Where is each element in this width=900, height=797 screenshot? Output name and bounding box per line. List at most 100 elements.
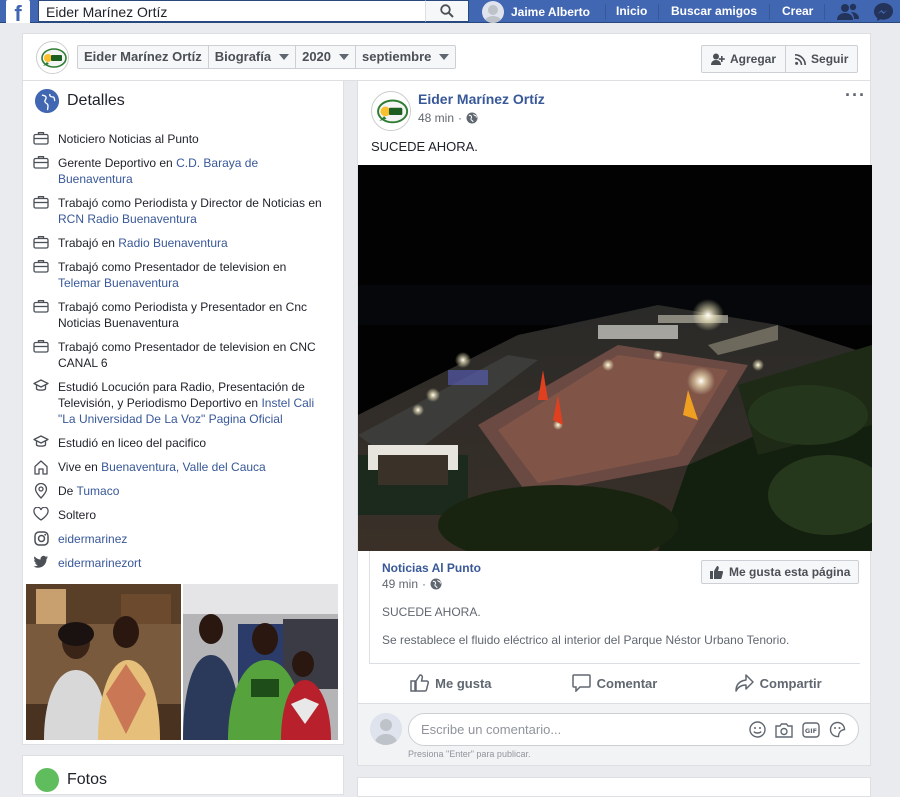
separator-dot: ·	[458, 111, 463, 125]
detail-item: Estudió en liceo del pacifico	[32, 435, 322, 451]
emoji-icon[interactable]	[749, 721, 766, 738]
detail-item: Trabajó como Periodista y Presentador en…	[32, 299, 322, 331]
detail-text: Trabajó como Periodista y Director de No…	[58, 195, 322, 227]
profile-photo-thumbnail[interactable]	[26, 584, 181, 740]
divider	[658, 4, 659, 20]
detail-label: Trabajó como Presentador de television e…	[58, 260, 287, 274]
detail-item: Soltero	[32, 507, 322, 523]
separator-dot: ·	[422, 577, 427, 591]
detail-text: Vive en Buenaventura, Valle del Cauca	[58, 459, 266, 475]
location-pin-icon	[32, 483, 50, 499]
sticker-icon[interactable]	[829, 721, 846, 738]
divider	[605, 4, 606, 20]
comment-input[interactable]: Escribe un comentario... GIF	[408, 713, 859, 746]
share-button[interactable]: Compartir	[696, 664, 860, 702]
briefcase-icon	[32, 339, 50, 355]
shared-post-timestamp[interactable]: 49 min ·	[382, 577, 442, 591]
comment-button[interactable]: Comentar	[533, 664, 697, 702]
photos-heading[interactable]: Fotos	[67, 771, 107, 789]
breadcrumb-profile[interactable]: Eider Marínez Ortíz	[78, 46, 209, 68]
divider	[769, 4, 770, 20]
share-arrow-icon	[734, 674, 754, 692]
profile-picture[interactable]	[36, 41, 69, 74]
search-input[interactable]: Eider Marínez Ortíz	[38, 0, 425, 22]
detail-text: Trabajó como Periodista y Presentador en…	[58, 299, 322, 331]
detail-link[interactable]: Buenaventura, Valle del Cauca	[101, 460, 266, 474]
detail-item: eidermarinez	[32, 531, 322, 547]
post-actions: Me gusta Comentar Compartir	[369, 664, 860, 702]
night-aerial-park-photo	[358, 165, 872, 551]
detail-text: Trabajó en Radio Buenaventura	[58, 235, 228, 251]
shared-post-text: Se restablece el fluido eléctrico al int…	[382, 633, 790, 647]
breadcrumb-year-dropdown[interactable]: 2020	[296, 46, 357, 68]
header-actions: Agregar Seguir	[701, 45, 859, 73]
detail-link[interactable]: RCN Radio Buenaventura	[58, 212, 197, 226]
post-author-avatar[interactable]	[371, 91, 411, 131]
messenger-icon[interactable]	[873, 2, 894, 22]
comment-hint: Presiona "Enter" para publicar.	[408, 749, 531, 759]
shared-post: Noticias Al Punto 49 min · Me gusta esta…	[369, 551, 860, 663]
detail-label: Soltero	[58, 508, 97, 522]
globe-icon	[35, 89, 59, 113]
post-text: SUCEDE AHORA.	[371, 139, 478, 154]
breadcrumb-section-dropdown[interactable]: Biografía	[209, 46, 297, 68]
photo-group	[183, 584, 338, 740]
add-friend-icon	[711, 53, 725, 65]
timeline-header: Eider Marínez Ortíz Biografía 2020 septi…	[22, 33, 871, 81]
detail-text: eidermarinezort	[58, 555, 141, 571]
detail-link[interactable]: Telemar Buenaventura	[58, 276, 179, 290]
post-timestamp[interactable]: 48 min ·	[418, 111, 478, 125]
follow-button[interactable]: Seguir	[785, 46, 857, 72]
detail-text: Trabajó como Presentador de television e…	[58, 339, 322, 371]
profile-photo-thumbnail[interactable]	[183, 584, 338, 740]
detail-text: Soltero	[58, 507, 96, 523]
detail-link[interactable]: eidermarinez	[58, 532, 127, 546]
thumbs-up-icon	[410, 674, 430, 692]
briefcase-icon	[32, 155, 50, 171]
nav-find-friends[interactable]: Buscar amigos	[671, 0, 757, 23]
add-friend-button[interactable]: Agregar	[702, 46, 785, 72]
gif-icon[interactable]: GIF	[802, 721, 820, 738]
thumbs-up-icon	[710, 565, 723, 579]
detail-item: Noticiero Noticias al Punto	[32, 131, 322, 147]
facebook-logo[interactable]: f	[6, 0, 30, 23]
detail-label: Vive en	[58, 460, 102, 474]
profile-link[interactable]: Jaime Alberto	[482, 0, 590, 23]
photo-two-people	[26, 584, 181, 740]
post-author-name[interactable]: Eider Marínez Ortíz	[418, 91, 545, 107]
post-image[interactable]	[358, 165, 872, 551]
detail-item: Trabajó en Radio Buenaventura	[32, 235, 322, 251]
graduation-cap-icon	[32, 435, 50, 451]
camera-icon[interactable]	[775, 722, 793, 738]
nav-home[interactable]: Inicio	[616, 0, 647, 23]
detail-item: De Tumaco	[32, 483, 322, 499]
shared-post-text: SUCEDE AHORA.	[382, 605, 481, 619]
detail-label: De	[58, 484, 77, 498]
detail-link[interactable]: eidermarinezort	[58, 556, 141, 570]
instagram-icon	[32, 531, 50, 547]
detail-item: eidermarinezort	[32, 555, 322, 571]
detail-link[interactable]: Tumaco	[76, 484, 119, 498]
breadcrumb-month-dropdown[interactable]: septiembre	[356, 46, 455, 68]
shared-page-name[interactable]: Noticias Al Punto	[382, 561, 481, 575]
like-button[interactable]: Me gusta	[369, 664, 533, 702]
nav-create[interactable]: Crear	[782, 0, 813, 23]
globe-icon	[430, 578, 442, 590]
home-icon	[32, 459, 50, 475]
divider	[824, 4, 825, 20]
heart-icon	[32, 507, 50, 523]
like-page-button[interactable]: Me gusta esta página	[701, 560, 860, 584]
comment-composer: Escribe un comentario... GIF Presiona "E…	[358, 703, 870, 765]
friend-requests-icon[interactable]	[836, 2, 860, 22]
search-button[interactable]	[425, 0, 469, 22]
detail-text: Trabajó como Presentador de television e…	[58, 259, 322, 291]
more-options-icon[interactable]: ···	[845, 85, 866, 106]
detail-item: Trabajó como Periodista y Director de No…	[32, 195, 322, 227]
photos-card: Fotos	[22, 755, 344, 795]
detail-link[interactable]: Radio Buenaventura	[118, 236, 227, 250]
top-navigation-bar: f Eider Marínez Ortíz Jaime Alberto Inic…	[0, 0, 900, 23]
detail-label: Trabajó como Presentador de television e…	[58, 340, 316, 370]
detail-text: Estudió Locución para Radio, Presentació…	[58, 379, 322, 427]
search-icon	[440, 4, 454, 18]
briefcase-icon	[32, 195, 50, 211]
